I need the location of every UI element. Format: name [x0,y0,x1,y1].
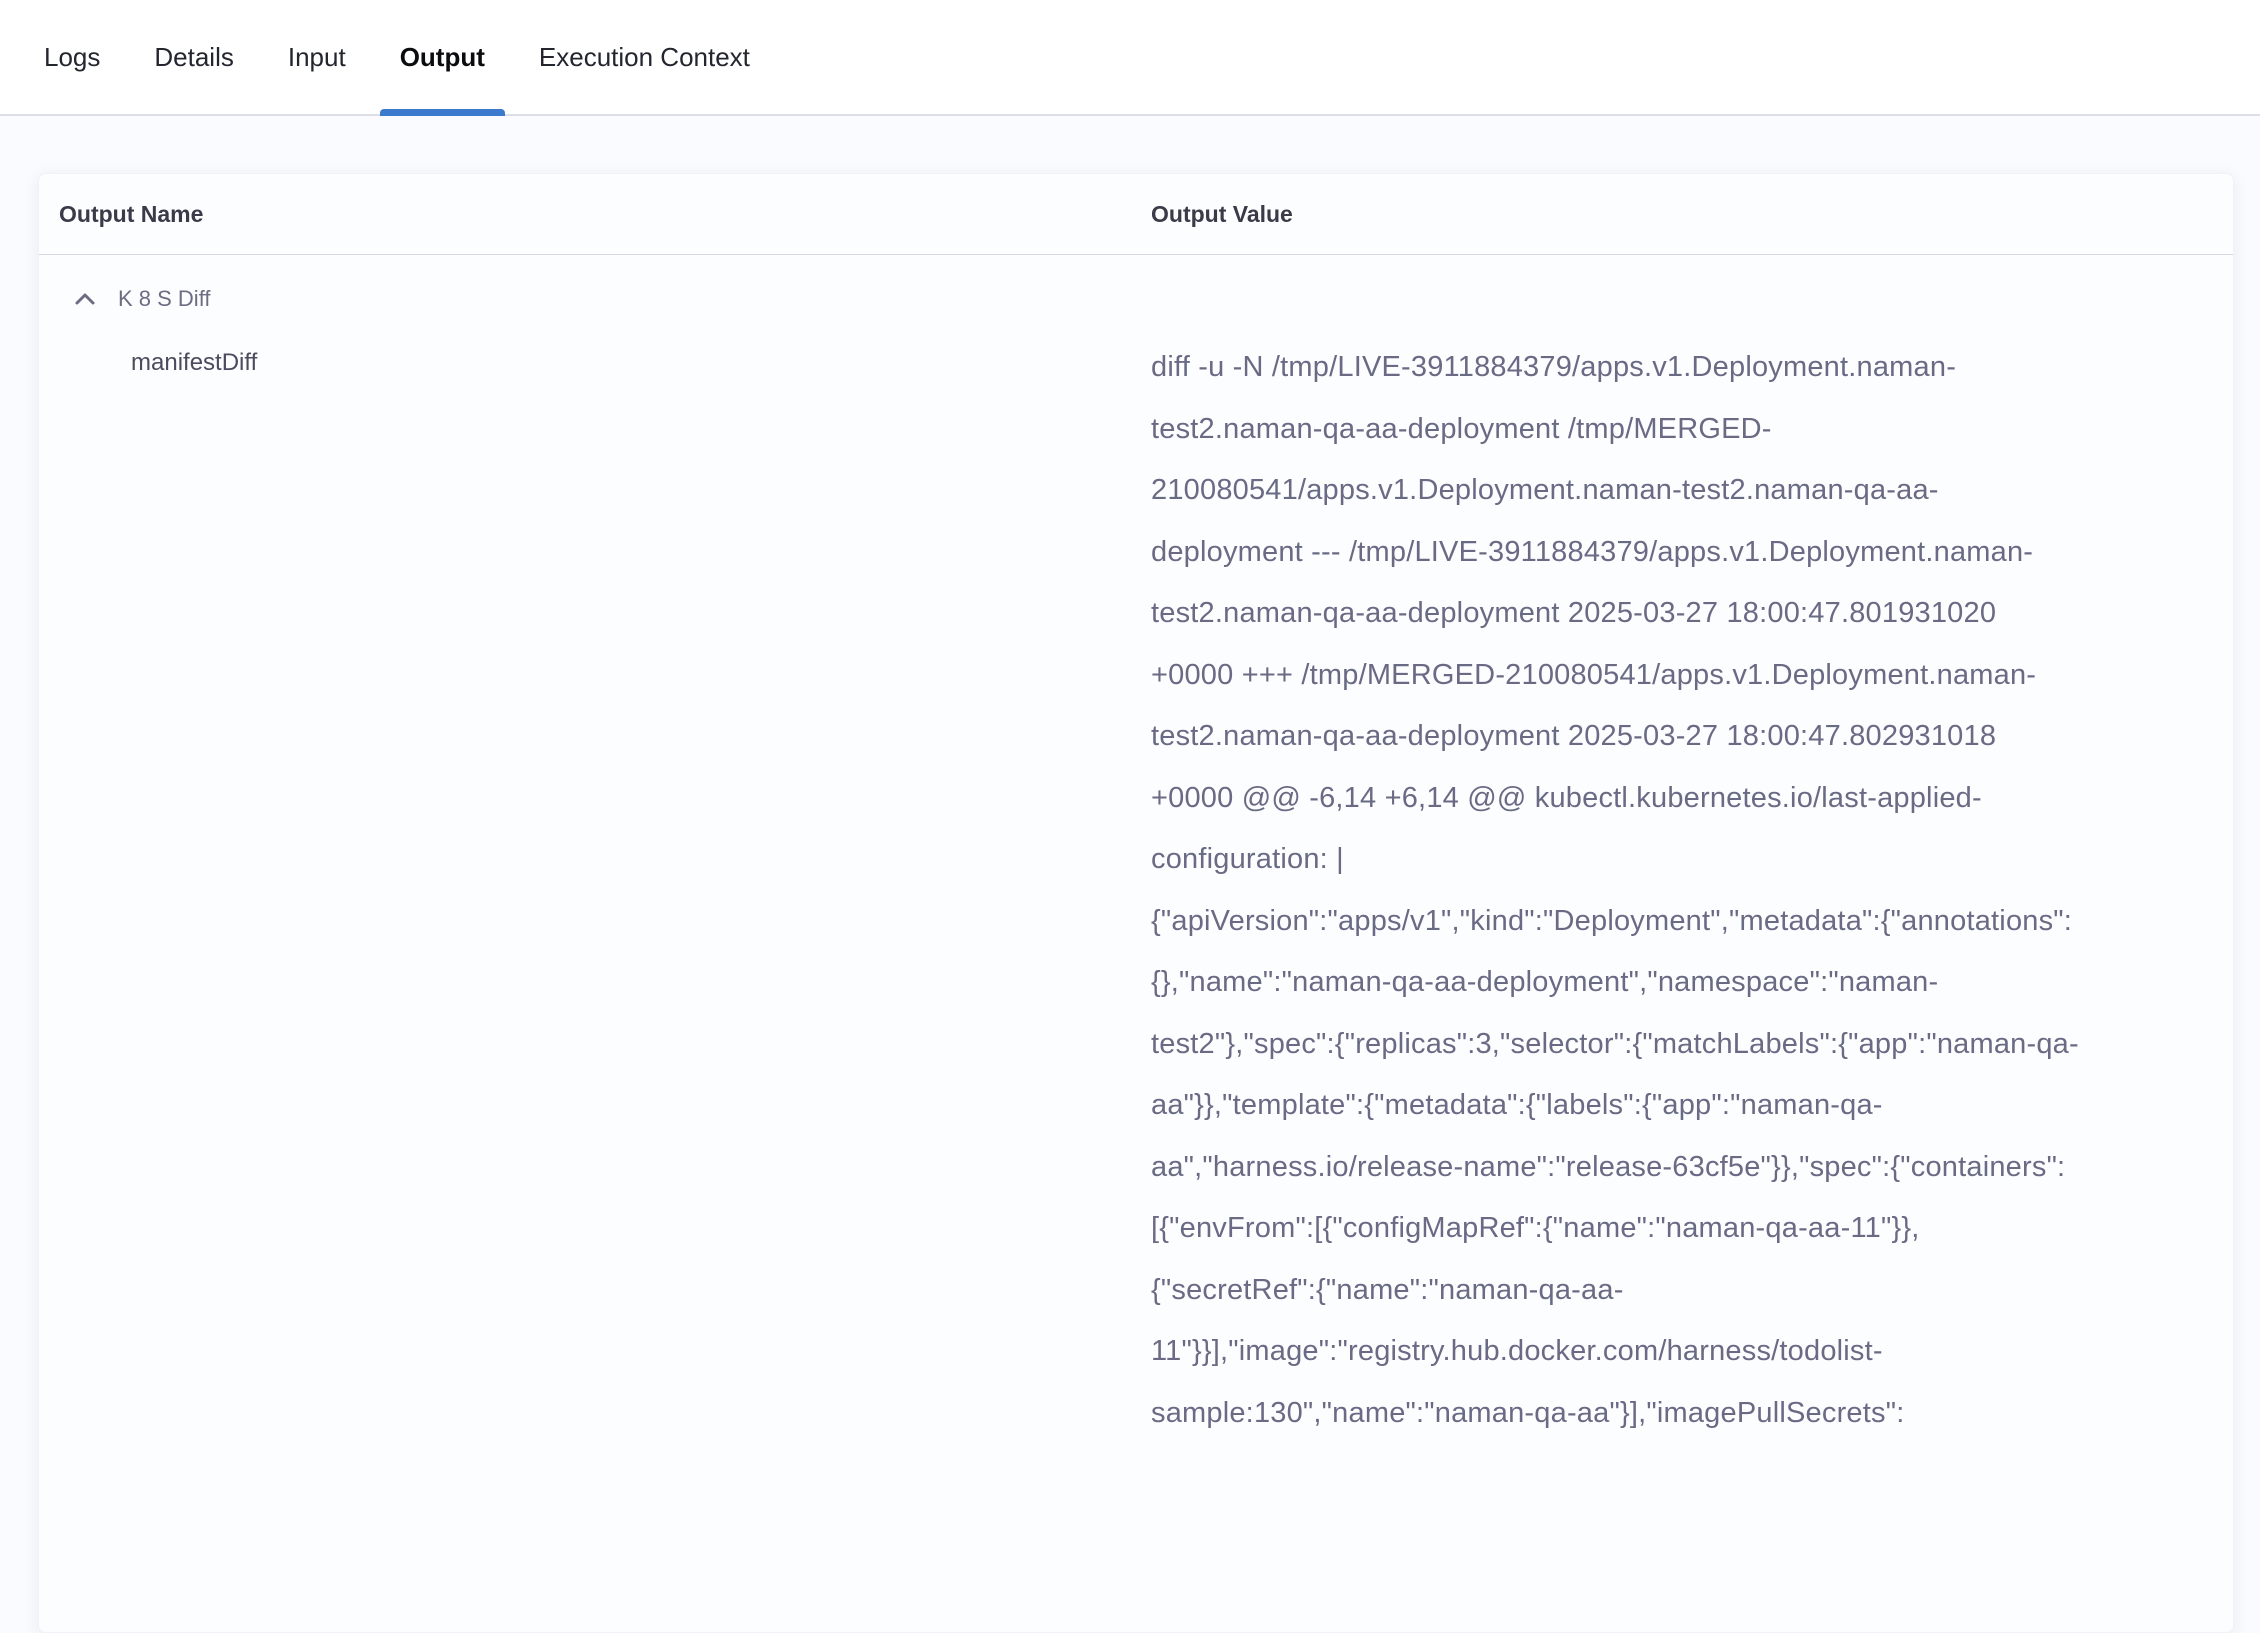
tab-execution-context[interactable]: Execution Context [519,0,770,114]
tab-execution-context-label: Execution Context [539,42,750,73]
tab-logs-label: Logs [44,42,100,73]
active-tab-underline [380,109,505,116]
table-body: K 8 S Diff manifestDiff diff -u -N /tmp/… [39,285,2233,1444]
tab-details[interactable]: Details [134,0,253,114]
tab-output-label: Output [400,42,485,73]
tab-input-label: Input [288,42,346,73]
tab-logs[interactable]: Logs [24,0,120,114]
group-row-k8s-diff[interactable]: K 8 S Diff [39,285,2233,313]
tab-input[interactable]: Input [268,0,366,114]
output-value-cell: diff -u -N /tmp/LIVE-3911884379/apps.v1.… [1151,337,2081,1444]
chevron-up-icon[interactable] [73,291,97,307]
table-row: manifestDiff diff -u -N /tmp/LIVE-391188… [39,337,2233,1444]
table-header-row: Output Name Output Value [39,174,2233,255]
tab-details-label: Details [154,42,233,73]
output-name-cell: manifestDiff [39,337,1151,377]
group-label: K 8 S Diff [118,286,211,312]
output-table-card: Output Name Output Value K 8 S Diff mani… [38,173,2234,1633]
tab-bar: Logs Details Input Output Execution Cont… [0,0,2260,116]
column-header-output-value: Output Value [1151,201,2233,228]
column-header-output-name: Output Name [39,201,1151,228]
tab-output[interactable]: Output [380,0,505,114]
